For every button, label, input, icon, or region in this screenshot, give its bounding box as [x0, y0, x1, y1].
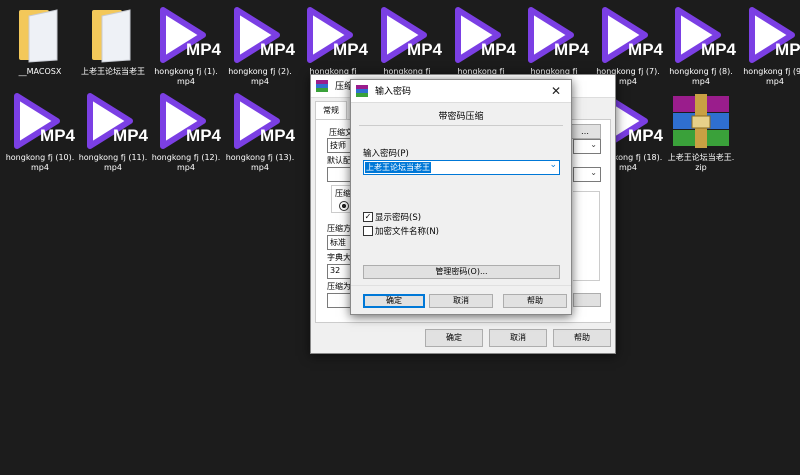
mp4-badge: MP4: [628, 126, 663, 145]
mp4-badge: MP4: [113, 126, 148, 145]
compress-radio[interactable]: [339, 201, 349, 211]
checkbox-checked-icon: ✓: [363, 212, 373, 222]
folder-icon: [78, 4, 148, 66]
folder-icon: [5, 4, 75, 66]
winrar-icon: [356, 85, 368, 97]
desktop-icon[interactable]: MP4 hongkong fj (2).mp4: [225, 4, 295, 87]
browse-button[interactable]: …: [569, 124, 601, 139]
mp4-badge: MP4: [186, 40, 221, 59]
encrypt-filenames-label: 加密文件名称(N): [375, 227, 439, 237]
tab-general[interactable]: 常规: [315, 101, 347, 120]
heading-divider: [359, 125, 563, 126]
right-button[interactable]: [573, 293, 601, 307]
chevron-down-icon[interactable]: ⌄: [549, 160, 557, 170]
mp4-badge: MP4: [775, 40, 800, 59]
desktop-icon[interactable]: MP4 hongkong fj (8).mp4: [666, 4, 736, 87]
mp4-badge: MP4: [407, 40, 442, 59]
manage-passwords-button[interactable]: 管理密码(O)...: [363, 265, 560, 279]
desktop-icon-label: 上老王论坛当老王: [81, 67, 145, 76]
method-label: 压缩方: [327, 224, 351, 233]
desktop-icon[interactable]: MP4 hongkong fj (1).mp4: [151, 4, 221, 87]
mp4-badge: MP4: [186, 126, 221, 145]
video-file-icon: MP4: [298, 4, 368, 66]
desktop-icon-label: hongkong fj (8).mp4: [669, 67, 733, 86]
dictionary-label: 字典大: [327, 253, 351, 262]
desktop-icon-label: 上老王论坛当老王.zip: [667, 153, 735, 172]
dialog-heading: 带密码压缩: [438, 112, 484, 122]
back-ok-button[interactable]: 确定: [425, 329, 483, 347]
desktop-icon[interactable]: __MACOSX: [5, 4, 75, 77]
help-button[interactable]: 帮助: [503, 294, 567, 308]
options-group: [573, 191, 600, 281]
mp4-badge: MP4: [701, 40, 736, 59]
ok-button[interactable]: 确定: [363, 294, 425, 308]
desktop-icon-label: hongkong fj (1).mp4: [154, 67, 218, 86]
method-value: 标准: [330, 238, 346, 247]
desktop-icon[interactable]: 上老王论坛当老王: [78, 4, 148, 77]
video-file-icon: MP4: [666, 4, 736, 66]
desktop-icon-label: hongkong fj (12).mp4: [151, 153, 221, 172]
mp4-badge: MP4: [40, 126, 75, 145]
video-file-icon: MP4: [78, 90, 148, 152]
mp4-badge: MP4: [481, 40, 516, 59]
desktop-icon[interactable]: MP4 hongkong fj: [372, 4, 442, 77]
desktop-icon[interactable]: MP4 hongkong fj: [298, 4, 368, 77]
password-label: 输入密码(P): [363, 149, 409, 159]
mp4-badge: MP4: [260, 126, 295, 145]
password-value: 上老王论坛当老王: [365, 162, 431, 173]
dictionary-value: 32: [330, 266, 341, 275]
desktop-icon[interactable]: MP4 hongkong fj: [519, 4, 589, 77]
desktop-icon[interactable]: MP4 hongkong fj (9).mp4: [740, 4, 800, 87]
password-dialog-title: 输入密码: [375, 87, 412, 97]
show-password-label: 显示密码(S): [375, 213, 422, 223]
mp4-badge: MP4: [628, 40, 663, 59]
back-help-button[interactable]: 帮助: [553, 329, 611, 347]
desktop-icon-label: __MACOSX: [18, 67, 62, 76]
desktop-icon-label: hongkong fj (9).mp4: [743, 67, 800, 86]
password-dialog-titlebar: 输入密码 ✕: [351, 80, 571, 103]
desktop-icon[interactable]: MP4 hongkong fj (11).mp4: [78, 90, 148, 173]
tab-general-label: 常规: [323, 106, 339, 115]
desktop-icon-label: hongkong fj (2).mp4: [228, 67, 292, 86]
desktop-icon-label: hongkong fj (10).mp4: [5, 153, 75, 172]
desktop-icon[interactable]: 上老王论坛当老王.zip: [666, 90, 736, 173]
winrar-archive-icon: [666, 90, 736, 152]
close-icon[interactable]: ✕: [541, 80, 571, 102]
right-dropdown-2[interactable]: ⌄: [573, 167, 601, 182]
video-file-icon: MP4: [151, 90, 221, 152]
mp4-badge: MP4: [260, 40, 295, 59]
video-file-icon: MP4: [5, 90, 75, 152]
password-dialog: 输入密码 ✕ 带密码压缩 输入密码(P) 上老王论坛当老王 ⌄ ✓ 显示密码(S…: [350, 79, 572, 315]
default-profile-label: 默认配: [327, 156, 351, 165]
desktop-icon[interactable]: MP4 hongkong fj: [446, 4, 516, 77]
video-file-icon: MP4: [740, 4, 800, 66]
winrar-icon: [316, 80, 328, 92]
video-file-icon: MP4: [225, 4, 295, 66]
chevron-down-icon: ⌄: [590, 140, 597, 149]
video-file-icon: MP4: [446, 4, 516, 66]
video-file-icon: MP4: [593, 4, 663, 66]
checkbox-unchecked-icon: [363, 226, 373, 236]
volume-label: 压缩为: [327, 282, 351, 291]
mp4-badge: MP4: [554, 40, 589, 59]
video-file-icon: MP4: [225, 90, 295, 152]
desktop-icon[interactable]: MP4 hongkong fj (13).mp4: [225, 90, 295, 173]
archive-name-value: 技师: [330, 141, 346, 150]
compress-group-label: 压缩: [335, 189, 351, 198]
back-cancel-button[interactable]: 取消: [489, 329, 547, 347]
video-file-icon: MP4: [519, 4, 589, 66]
cancel-button[interactable]: 取消: [429, 294, 493, 308]
desktop-icon-label: hongkong fj (13).mp4: [225, 153, 295, 172]
mp4-badge: MP4: [333, 40, 368, 59]
video-file-icon: MP4: [372, 4, 442, 66]
right-dropdown-1[interactable]: ⌄: [573, 139, 601, 154]
desktop-icon-label: hongkong fj (11).mp4: [78, 153, 148, 172]
desktop-icon[interactable]: MP4 hongkong fj (12).mp4: [151, 90, 221, 173]
desktop-icon[interactable]: MP4 hongkong fj (10).mp4: [5, 90, 75, 173]
video-file-icon: MP4: [151, 4, 221, 66]
chevron-down-icon: ⌄: [590, 168, 597, 177]
password-input[interactable]: 上老王论坛当老王 ⌄: [363, 160, 560, 175]
